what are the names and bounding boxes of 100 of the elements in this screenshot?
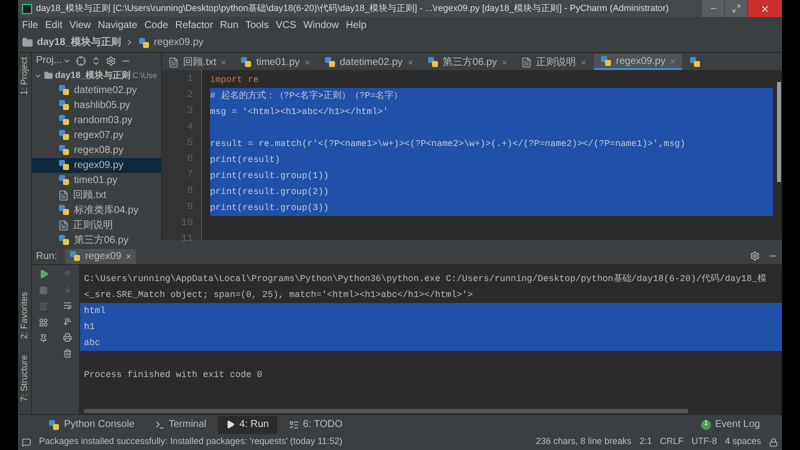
terminal-icon — [154, 420, 165, 430]
close-icon[interactable] — [125, 252, 132, 260]
editor-tab[interactable]: 回顾.txt — [162, 54, 234, 70]
window-title: day18_模块与正则 [C:\Users\running\Desktop\python基础\day18(6-20)\代码\day18_模块与正则] - ...\regex09.py [day18_模块与正则] - PyCharm (Administrator) — [36, 2, 669, 15]
python-file-icon — [138, 36, 150, 48]
print-icon[interactable] — [62, 333, 72, 342]
maximize-icon — [732, 4, 740, 13]
menu-item[interactable]: File — [22, 18, 38, 32]
tool-window-tab[interactable]: 6: TODO — [280, 416, 351, 434]
menu-item[interactable]: Navigate — [98, 18, 138, 32]
folder-path: C:\Use — [132, 70, 157, 82]
code-editor[interactable] — [162, 70, 782, 240]
sort-icon[interactable] — [62, 317, 72, 326]
settings-icon[interactable] — [106, 56, 116, 66]
python-file-icon — [58, 129, 70, 141]
tree-item[interactable]: day18_模块与正则 — [55, 69, 131, 82]
python-file-icon — [58, 174, 70, 186]
cursor-position[interactable]: 2:1 — [639, 435, 652, 449]
lock-icon[interactable] — [769, 438, 778, 446]
maximize-button[interactable] — [725, 0, 747, 17]
text-file-icon — [58, 220, 69, 230]
line-separator-selector[interactable]: CRLF — [660, 435, 684, 449]
tool-window-tab[interactable]: Terminal — [146, 416, 214, 434]
tool-window-tab[interactable]: 2: Favorites — [14, 292, 36, 340]
run-label: Run: — [36, 250, 58, 264]
close-icon[interactable] — [669, 58, 676, 64]
app-logo-icon — [22, 4, 32, 14]
menu-item[interactable]: Tools — [245, 18, 269, 32]
pin-icon[interactable] — [39, 334, 48, 343]
run-tab[interactable]: regex09 — [65, 248, 136, 264]
menu-item[interactable]: Run — [220, 18, 238, 32]
tree-item[interactable]: 第三方06.py — [32, 232, 161, 248]
menu-item[interactable]: Refactor — [175, 18, 214, 32]
tree-item[interactable]: random03.py — [32, 112, 161, 128]
console-line: Process finished with exit code 0 — [83, 369, 264, 382]
python-file-icon — [58, 204, 70, 216]
python-file-icon — [69, 250, 82, 262]
settings-icon[interactable] — [750, 251, 760, 261]
indent-selector[interactable]: 4 spaces — [724, 435, 761, 449]
text-file-icon — [521, 56, 532, 68]
editor-tab[interactable]: 正则说明 — [515, 54, 593, 70]
tree-item[interactable]: 标准类库04.py — [32, 202, 161, 218]
message-icon[interactable] — [22, 438, 31, 446]
folder-icon — [22, 37, 33, 48]
play-icon — [226, 420, 236, 429]
python-file-icon — [58, 114, 70, 126]
text-file-icon — [168, 56, 179, 68]
python-file-icon — [58, 234, 70, 246]
python-file-icon — [58, 144, 70, 156]
breadcrumb-item[interactable]: day18_模块与正则 — [37, 35, 121, 50]
python-file-icon — [240, 56, 252, 68]
layout-icon[interactable] — [39, 318, 48, 327]
encoding-selector[interactable]: UTF-8 — [691, 435, 717, 449]
project-view-dropdown[interactable]: Proj... — [36, 53, 72, 68]
menu-item[interactable]: Window — [303, 18, 339, 32]
python-file-icon — [324, 56, 336, 68]
wrap-icon[interactable] — [62, 301, 72, 310]
close-icon[interactable] — [406, 58, 414, 66]
tree-item[interactable]: time01.py — [32, 172, 161, 188]
python-icon — [48, 418, 60, 430]
menu-item[interactable]: VCS — [276, 18, 296, 32]
tree-item[interactable]: hashlib05.py — [32, 98, 161, 112]
tree-item[interactable]: regex08.py — [32, 142, 161, 158]
close-icon — [760, 4, 770, 14]
editor-tab[interactable]: time01.py — [234, 54, 317, 70]
horizontal-scrollbar[interactable] — [84, 409, 688, 413]
collapse-icon[interactable] — [91, 56, 102, 66]
selection-info: 236 chars, 8 line breaks — [536, 435, 632, 448]
python-file-icon — [600, 55, 612, 67]
close-button[interactable] — [748, 0, 782, 17]
tool-window-tab[interactable]: 7: Structure — [14, 355, 36, 402]
tool-window-tab[interactable]: 4: Run — [218, 416, 277, 434]
tree-item[interactable]: regex09.py — [32, 158, 161, 172]
locate-icon[interactable] — [76, 56, 86, 66]
editor-tab[interactable]: 第三方06.py — [420, 54, 514, 70]
close-icon[interactable] — [580, 58, 587, 66]
tree-item[interactable]: 回顾.txt — [32, 188, 161, 202]
python-file-icon — [426, 56, 439, 68]
tree-item[interactable]: regex07.py — [32, 128, 161, 142]
python-file-icon — [58, 99, 70, 111]
close-icon[interactable] — [304, 58, 311, 66]
console-line: <_sre.SRE_Match object; span=(0, 25), match='<html><h1>abc</h1></html>'> — [83, 289, 474, 302]
python-file-icon — [58, 159, 70, 171]
breadcrumb-item[interactable]: regex09.py — [154, 35, 204, 50]
menu-item[interactable]: Code — [144, 18, 168, 32]
menu-item[interactable]: View — [69, 18, 91, 32]
tool-window-tab[interactable]: Python Console — [40, 416, 143, 434]
run-icon[interactable] — [38, 269, 49, 279]
scrollbar[interactable] — [777, 82, 781, 182]
editor-tab[interactable]: datetime02.py — [318, 54, 420, 70]
tree-item[interactable]: 正则说明 — [32, 218, 161, 232]
menu-item[interactable]: Help — [346, 18, 366, 32]
editor-tab[interactable]: regex09.py — [594, 54, 682, 70]
status-message: Packages installed successfully: Installed packages: 'requests' (today 11:52) — [39, 435, 342, 448]
code-line: import re — [210, 74, 260, 87]
close-icon[interactable] — [501, 58, 508, 66]
trash-icon[interactable] — [62, 349, 72, 358]
text-file-icon — [58, 190, 69, 200]
menu-item[interactable]: Edit — [45, 18, 62, 32]
close-icon[interactable] — [220, 58, 228, 66]
